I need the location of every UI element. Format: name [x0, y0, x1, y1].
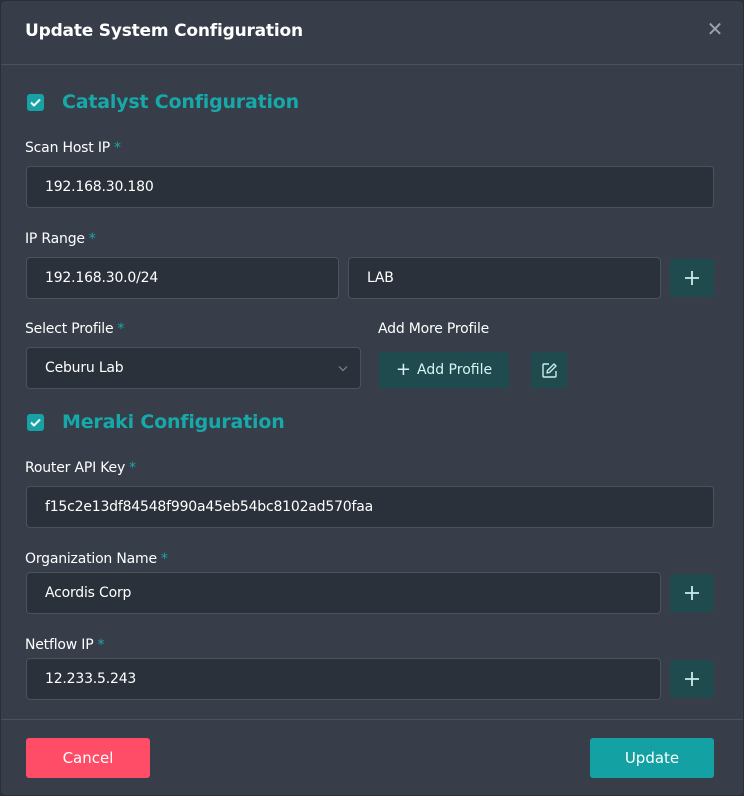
add-organization-button[interactable] — [670, 574, 714, 612]
edit-profile-button[interactable] — [531, 352, 567, 388]
netflow-ip-label: Netflow IP * — [25, 637, 104, 653]
cancel-button[interactable]: Cancel — [26, 738, 150, 778]
required-marker: * — [113, 140, 121, 156]
scan-host-ip-label: Scan Host IP * — [25, 140, 121, 156]
modal-footer: Cancel Update — [1, 719, 743, 795]
add-netflow-ip-button[interactable] — [670, 660, 714, 698]
plus-icon — [685, 586, 699, 600]
plus-icon — [685, 271, 699, 285]
update-button[interactable]: Update — [590, 738, 714, 778]
edit-icon — [541, 362, 557, 378]
scan-host-ip-label-text: Scan Host IP — [25, 140, 110, 156]
select-profile-label: Select Profile * — [25, 321, 124, 337]
add-ip-range-button[interactable] — [670, 259, 714, 297]
meraki-section-title: Meraki Configuration — [62, 411, 285, 433]
router-api-key-input[interactable]: f15c2e13df84548f990a45eb54bc8102ad570faa — [26, 486, 714, 528]
catalyst-section-header: Catalyst Configuration — [27, 89, 299, 115]
add-profile-button-label: Add Profile — [417, 362, 493, 378]
meraki-checkbox[interactable] — [27, 413, 44, 431]
plus-icon: + — [395, 359, 411, 380]
meraki-section-header: Meraki Configuration — [27, 409, 285, 435]
required-marker: * — [129, 460, 136, 476]
select-profile-value: Ceburu Lab — [45, 360, 124, 376]
add-more-profile-label: Add More Profile — [378, 321, 490, 337]
organization-name-label-text: Organization Name — [25, 551, 157, 567]
netflow-ip-input[interactable]: 12.233.5.243 — [26, 658, 661, 700]
modal-header: Update System Configuration ✕ — [1, 1, 743, 65]
check-icon — [30, 98, 41, 107]
router-api-key-label: Router API Key * — [25, 460, 136, 476]
add-profile-button[interactable]: + Add Profile — [379, 352, 509, 388]
netflow-ip-label-text: Netflow IP — [25, 637, 94, 653]
required-marker: * — [88, 231, 96, 247]
select-profile-label-text: Select Profile — [25, 321, 114, 337]
check-icon — [30, 418, 41, 427]
ip-range-label-text: IP Range — [25, 231, 85, 247]
select-profile-dropdown[interactable]: Ceburu Lab — [26, 347, 361, 389]
chevron-down-icon — [338, 362, 348, 375]
catalyst-section-title: Catalyst Configuration — [62, 91, 299, 113]
plus-icon — [685, 672, 699, 686]
organization-name-input[interactable]: Acordis Corp — [26, 572, 661, 614]
required-marker: * — [97, 637, 105, 653]
ip-range-input[interactable]: 192.168.30.0/24 — [26, 257, 339, 299]
required-marker: * — [160, 551, 168, 567]
required-marker: * — [117, 321, 125, 337]
organization-name-label: Organization Name * — [25, 551, 168, 567]
ip-range-name-input[interactable]: LAB — [348, 257, 661, 299]
scan-host-ip-input[interactable]: 192.168.30.180 — [26, 166, 714, 208]
update-config-modal: Update System Configuration ✕ Catalyst C… — [1, 1, 743, 795]
close-icon[interactable]: ✕ — [705, 19, 725, 39]
router-api-key-label-text: Router API Key — [25, 460, 126, 476]
modal-title: Update System Configuration — [25, 21, 303, 41]
catalyst-checkbox[interactable] — [27, 93, 44, 111]
ip-range-label: IP Range * — [25, 231, 96, 247]
